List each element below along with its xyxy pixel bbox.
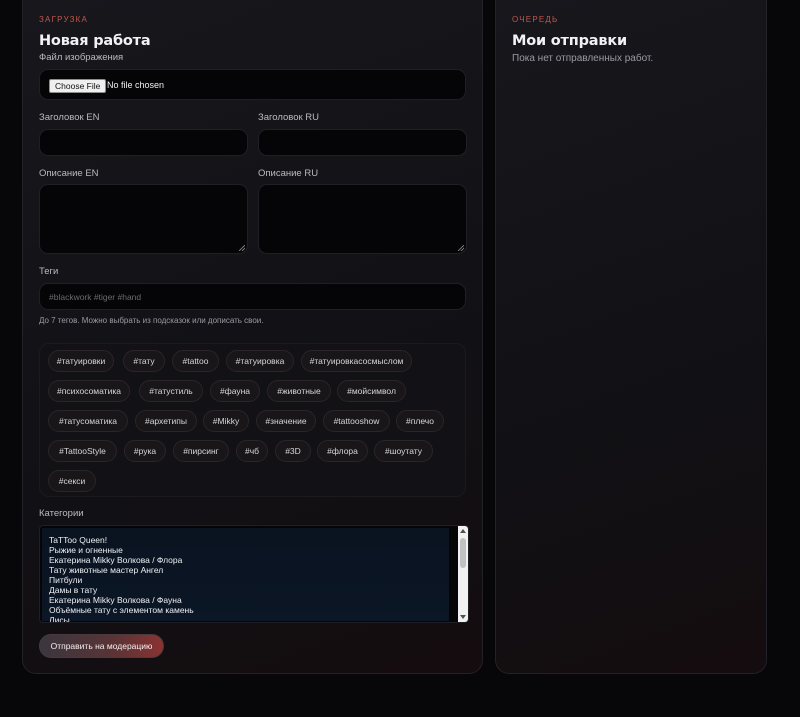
categories-select[interactable]: TaTToo Queen! Рыжие и огненные Екатерина…	[39, 525, 469, 623]
category-option[interactable]: TaTToo Queen!	[49, 535, 107, 545]
queue-panel: ОЧЕРЕДЬ Мои отправки Пока нет отправленн…	[495, 0, 767, 674]
title-ru-input[interactable]	[258, 129, 467, 156]
tags-hint: До 7 тегов. Можно выбрать из подсказок и…	[39, 316, 264, 325]
tag-chip[interactable]: #значение	[256, 410, 316, 432]
category-option[interactable]: Питбули	[49, 575, 82, 585]
title-en-label: Заголовок EN	[39, 112, 100, 123]
image-label: Файл изображения	[39, 52, 124, 63]
tag-chip[interactable]: #3D	[275, 440, 311, 462]
category-option[interactable]: Объёмные тату с элементом камень	[49, 605, 194, 615]
upload-eyebrow: ЗАГРУЗКА	[39, 15, 88, 24]
title-ru-label: Заголовок RU	[258, 112, 320, 123]
choose-file-button[interactable]: Choose File	[49, 79, 107, 93]
tag-chip[interactable]: #фауна	[210, 380, 260, 402]
category-option[interactable]: Лисы	[49, 615, 70, 622]
desc-en-label: Описание EN	[39, 168, 99, 179]
tag-chip[interactable]: #секси	[48, 470, 96, 492]
categories-label: Категории	[39, 508, 84, 519]
desc-en-textarea[interactable]	[39, 184, 248, 254]
tag-chip[interactable]: #татуировкасосмыслом	[301, 350, 412, 372]
tag-chip[interactable]: #рука	[124, 440, 166, 462]
upload-panel: ЗАГРУЗКА Новая работа Файл изображения C…	[22, 0, 483, 674]
tag-chip[interactable]: #tattooshow	[323, 410, 390, 432]
category-option[interactable]: Екатерина Mikky Волкова / Фауна	[49, 595, 182, 605]
submit-moderation-button[interactable]: Отправить на модерацию	[39, 634, 164, 658]
tag-suggestions: #татуировки #тату #tattoo #татуировка #т…	[39, 343, 466, 497]
queue-title: Мои отправки	[512, 33, 627, 49]
scroll-thumb[interactable]	[460, 538, 466, 568]
upload-title: Новая работа	[39, 33, 151, 49]
file-status: No file chosen	[107, 80, 165, 90]
file-input-field[interactable]: Choose File No file chosen	[39, 69, 466, 100]
tags-placeholder: #blackwork #tiger #hand	[49, 292, 142, 302]
tag-chip[interactable]: #чб	[236, 440, 268, 462]
tag-chip[interactable]: #шоутату	[374, 440, 433, 462]
tag-chip[interactable]: #tattoo	[172, 350, 219, 372]
scroll-down-icon[interactable]	[460, 615, 466, 619]
tag-chip[interactable]: #татуировка	[226, 350, 294, 372]
tag-chip[interactable]: #татусоматика	[48, 410, 128, 432]
category-option[interactable]: Тату животные мастер Ангел	[49, 565, 163, 575]
categories-list: TaTToo Queen! Рыжие и огненные Екатерина…	[42, 528, 449, 622]
tag-chip[interactable]: #мойсимвол	[337, 380, 406, 402]
category-option[interactable]: Рыжие и огненные	[49, 545, 123, 555]
tag-chip[interactable]: #пирсинг	[173, 440, 229, 462]
tag-chip[interactable]: #татуировки	[48, 350, 114, 372]
tag-chip[interactable]: #плечо	[396, 410, 444, 432]
resize-handle-icon[interactable]	[239, 245, 245, 251]
tag-chip[interactable]: #татустиль	[139, 380, 203, 402]
queue-eyebrow: ОЧЕРЕДЬ	[512, 15, 559, 24]
desc-ru-textarea[interactable]	[258, 184, 467, 254]
tag-chip[interactable]: #Mikky	[203, 410, 249, 432]
tags-label: Теги	[39, 266, 59, 277]
tag-chip[interactable]: #флора	[317, 440, 368, 462]
category-option[interactable]: Дамы в тату	[49, 585, 97, 595]
title-en-input[interactable]	[39, 129, 248, 156]
queue-empty-text: Пока нет отправленных работ.	[512, 53, 654, 64]
resize-handle-icon[interactable]	[458, 245, 464, 251]
tag-chip[interactable]: #тату	[123, 350, 165, 372]
tags-input[interactable]: #blackwork #tiger #hand	[39, 283, 466, 310]
tag-chip[interactable]: #TattooStyle	[48, 440, 117, 462]
tag-chip[interactable]: #животные	[267, 380, 331, 402]
categories-scrollbar[interactable]	[458, 526, 468, 622]
category-option[interactable]: Екатерина Mikky Волкова / Флора	[49, 555, 182, 565]
scroll-up-icon[interactable]	[460, 529, 466, 533]
tag-chip[interactable]: #психосоматика	[48, 380, 130, 402]
tag-chip[interactable]: #архетипы	[135, 410, 197, 432]
desc-ru-label: Описание RU	[258, 168, 319, 179]
